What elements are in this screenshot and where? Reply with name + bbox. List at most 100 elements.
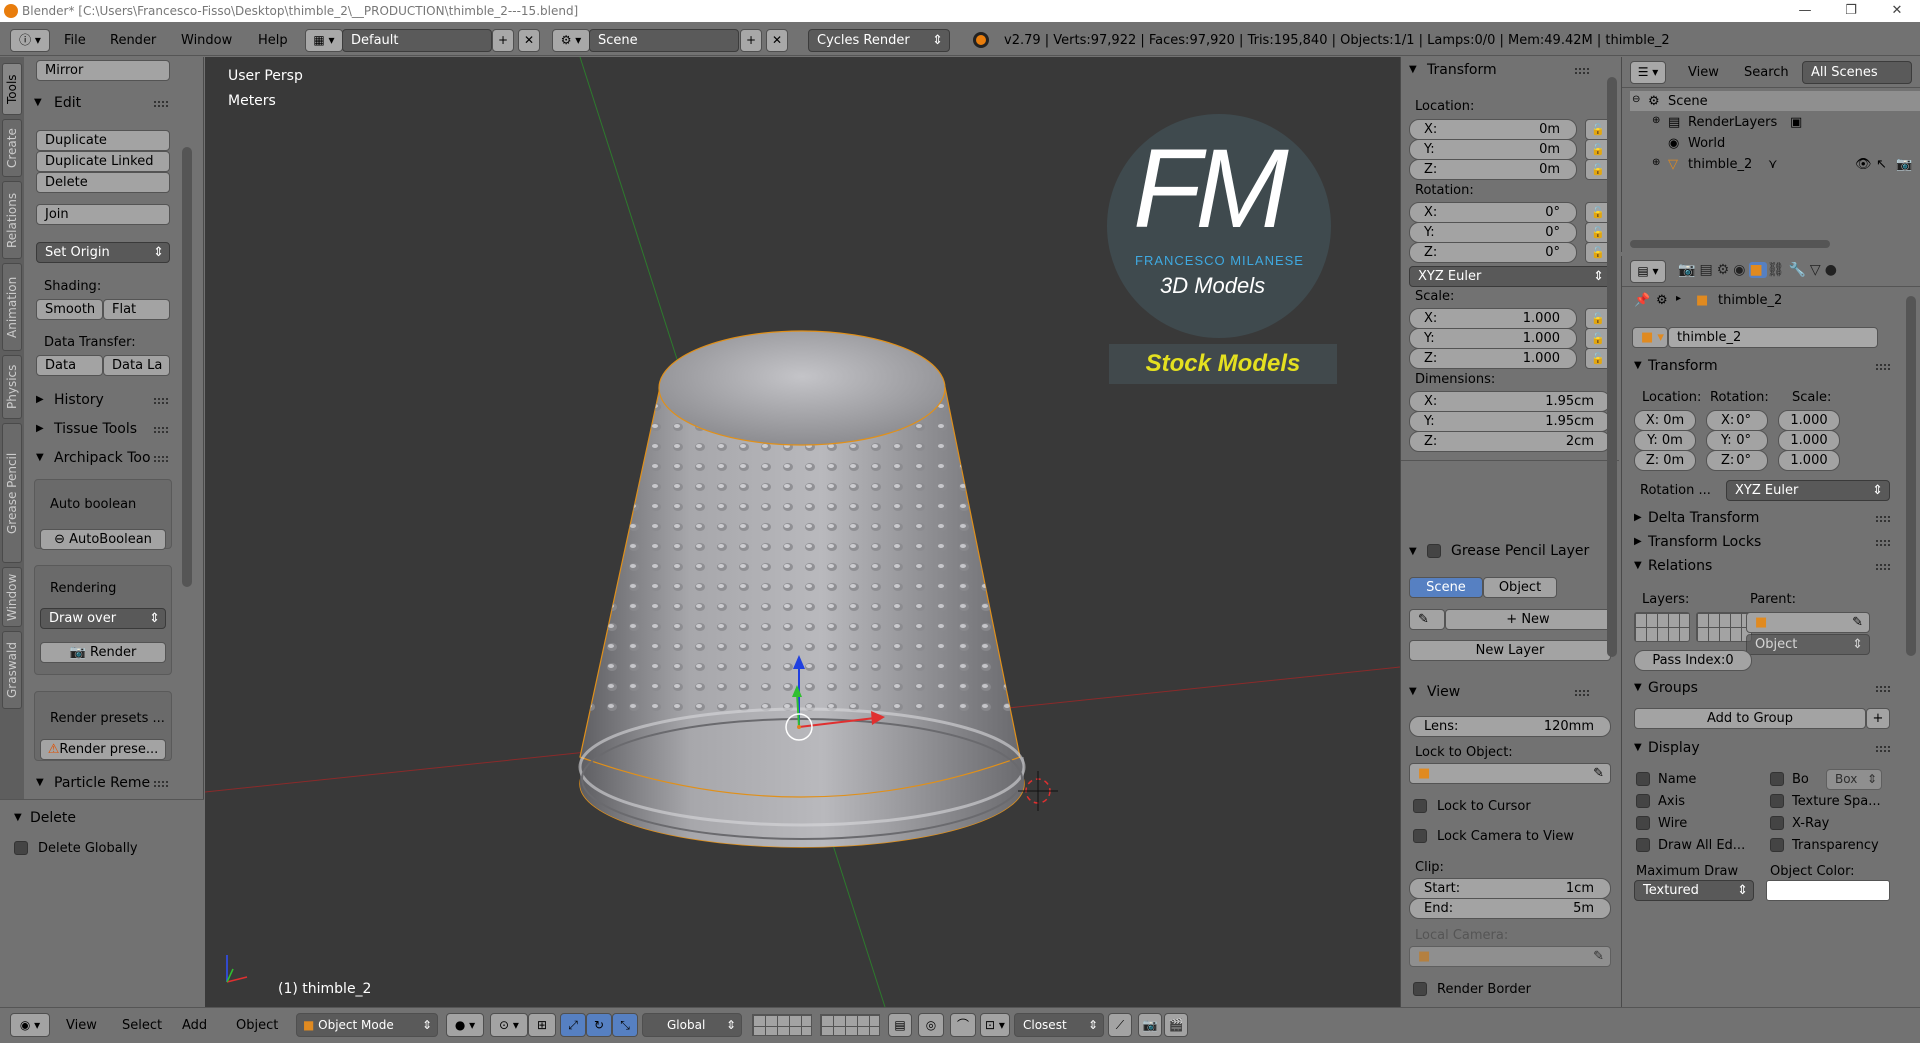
display-name-checkbox[interactable]: [1636, 772, 1650, 786]
editor-type-button[interactable]: ⓘ ▾: [10, 29, 50, 52]
parent-field[interactable]: ■ ✎: [1746, 612, 1870, 633]
menu-file[interactable]: File: [64, 25, 86, 56]
tab-create[interactable]: Create: [2, 119, 22, 177]
transform-collapse-icon[interactable]: ▼: [1634, 360, 1642, 371]
menu-render[interactable]: Render: [110, 25, 156, 56]
display-wire-checkbox[interactable]: [1636, 816, 1650, 830]
prop-scale-z[interactable]: 1.000: [1778, 450, 1840, 471]
screen-layout-button[interactable]: ▦ ▾: [305, 29, 343, 52]
maximize-button[interactable]: ❐: [1828, 0, 1874, 22]
translate-manipulator-button[interactable]: ⤢: [560, 1013, 586, 1037]
viewport-object-menu[interactable]: Object: [236, 1008, 278, 1043]
display-collapse-icon[interactable]: ▼: [1634, 742, 1642, 753]
object-name-field[interactable]: thimble_2: [1668, 327, 1878, 348]
render-border-checkbox[interactable]: [1413, 982, 1427, 996]
display-panel-title[interactable]: Display: [1648, 740, 1700, 756]
scale-x-field[interactable]: X: 1.000: [1409, 308, 1577, 329]
tissue-panel-title[interactable]: Tissue Tools: [54, 421, 137, 437]
edit-collapse-icon[interactable]: ▼: [34, 97, 42, 108]
tissue-expand-icon[interactable]: ▶: [36, 423, 44, 434]
gp-new-button[interactable]: + New: [1445, 609, 1611, 630]
tab-window[interactable]: Window: [2, 567, 22, 627]
scene-tab-icon[interactable]: ⚙: [1717, 262, 1734, 278]
viewport-view-menu[interactable]: View: [66, 1008, 97, 1043]
render-layer-toggle-icon[interactable]: ▣: [1790, 115, 1802, 130]
panel-grip-icon[interactable]: [1876, 540, 1890, 546]
prop-rotation-x[interactable]: X: 0°: [1706, 410, 1768, 431]
outliner-editor-type-button[interactable]: ☰ ▾: [1630, 61, 1666, 84]
history-panel-title[interactable]: History: [54, 392, 104, 408]
flat-shading-button[interactable]: Flat: [103, 299, 170, 320]
thimble-mesh[interactable]: [578, 330, 1026, 848]
close-button[interactable]: ✕: [1874, 0, 1920, 22]
delete-globally-checkbox[interactable]: [14, 841, 28, 855]
tab-physics[interactable]: Physics: [2, 355, 22, 419]
dimension-z-field[interactable]: Z: 2cm: [1409, 431, 1611, 452]
prop-scale-y[interactable]: 1.000: [1778, 430, 1840, 451]
menu-help[interactable]: Help: [258, 25, 288, 56]
eye-icon[interactable]: 👁: [1855, 157, 1872, 172]
gp-object-toggle[interactable]: Object: [1483, 577, 1557, 598]
prop-scale-x[interactable]: 1.000: [1778, 410, 1840, 431]
particle-collapse-icon[interactable]: ▼: [36, 777, 44, 788]
dimension-y-field[interactable]: Y: 1.95cm: [1409, 411, 1611, 432]
constraints-tab-icon[interactable]: ⛓: [1767, 262, 1789, 278]
data-tab-icon[interactable]: ▽: [1810, 262, 1825, 278]
add-screen-button[interactable]: +: [492, 29, 514, 52]
groups-panel-title[interactable]: Groups: [1648, 680, 1698, 696]
edit-panel-title[interactable]: Edit: [54, 95, 81, 111]
render-presets-button[interactable]: ⚠Render prese...: [40, 739, 166, 760]
archipack-collapse-icon[interactable]: ▼: [36, 452, 44, 463]
display-axis-checkbox[interactable]: [1636, 794, 1650, 808]
view-panel-title[interactable]: View: [1427, 684, 1460, 700]
outliner-item-renderlayers[interactable]: RenderLayers: [1688, 115, 1777, 130]
gp-panel-title[interactable]: Grease Pencil Layer: [1451, 543, 1589, 559]
history-expand-icon[interactable]: ▶: [36, 394, 44, 405]
panel-grip-icon[interactable]: [154, 101, 168, 107]
bounds-type-select[interactable]: Box ⇕: [1826, 769, 1882, 790]
cursor-select-icon[interactable]: ↖: [1876, 157, 1887, 172]
tab-graswald[interactable]: Graswald: [2, 631, 22, 709]
location-y-field[interactable]: Y: 0m: [1409, 139, 1577, 160]
scale-y-field[interactable]: Y: 1.000: [1409, 328, 1577, 349]
parent-type-select[interactable]: Object ⇕: [1746, 634, 1870, 655]
local-camera-field[interactable]: ■ ✎: [1409, 946, 1611, 967]
scale-manipulator-button[interactable]: ⤡: [612, 1013, 638, 1037]
outliner-search-menu[interactable]: Search: [1744, 57, 1789, 88]
display-bounds-checkbox[interactable]: [1770, 772, 1784, 786]
panel-grip-icon[interactable]: [1876, 516, 1890, 522]
gp-enable-checkbox[interactable]: [1427, 544, 1441, 558]
panel-grip-icon[interactable]: [1876, 364, 1890, 370]
panel-grip-icon[interactable]: [1575, 690, 1589, 696]
rotation-z-field[interactable]: Z: 0°: [1409, 242, 1577, 263]
snap-align-button[interactable]: ⟋: [1108, 1013, 1132, 1037]
lock-layers-button[interactable]: ▤: [888, 1013, 912, 1037]
delete-collapse-icon[interactable]: ▼: [14, 812, 22, 823]
panel-grip-icon[interactable]: [1876, 746, 1890, 752]
scene-layers-grid-1[interactable]: [752, 1014, 812, 1036]
outliner-item-scene[interactable]: Scene: [1668, 94, 1708, 109]
gp-collapse-icon[interactable]: ▼: [1409, 546, 1417, 557]
prop-location-z[interactable]: Z: 0m: [1634, 450, 1696, 471]
mirror-button[interactable]: Mirror: [36, 60, 170, 81]
data-transfer-button[interactable]: Data: [36, 355, 103, 376]
remove-scene-button[interactable]: ✕: [766, 29, 788, 52]
collapse-icon[interactable]: ⊖: [1632, 94, 1640, 105]
layers-grid-2[interactable]: [1696, 612, 1752, 642]
add-scene-button[interactable]: +: [740, 29, 762, 52]
outliner-display-select[interactable]: All Scenes: [1802, 61, 1912, 84]
transform-collapse-icon[interactable]: ▼: [1409, 64, 1417, 75]
view-collapse-icon[interactable]: ▼: [1409, 686, 1417, 697]
display-all-edges-checkbox[interactable]: [1636, 838, 1650, 852]
lock-object-field[interactable]: ■ ✎: [1409, 763, 1611, 784]
join-button[interactable]: Join: [36, 204, 170, 225]
outliner-hscrollbar[interactable]: [1630, 240, 1830, 248]
locks-expand-icon[interactable]: ▶: [1634, 536, 1642, 547]
archipack-panel-title[interactable]: Archipack Too: [54, 450, 151, 466]
outliner-view-menu[interactable]: View: [1688, 57, 1719, 88]
duplicate-button[interactable]: Duplicate: [36, 130, 170, 151]
smooth-shading-button[interactable]: Smooth: [36, 299, 103, 320]
pin-icon[interactable]: 📌: [1634, 293, 1650, 308]
context-tabs[interactable]: 📷▤⚙◉■⛓🔧▽●: [1678, 262, 1920, 282]
pass-index-field[interactable]: Pass Index:0: [1634, 650, 1752, 671]
